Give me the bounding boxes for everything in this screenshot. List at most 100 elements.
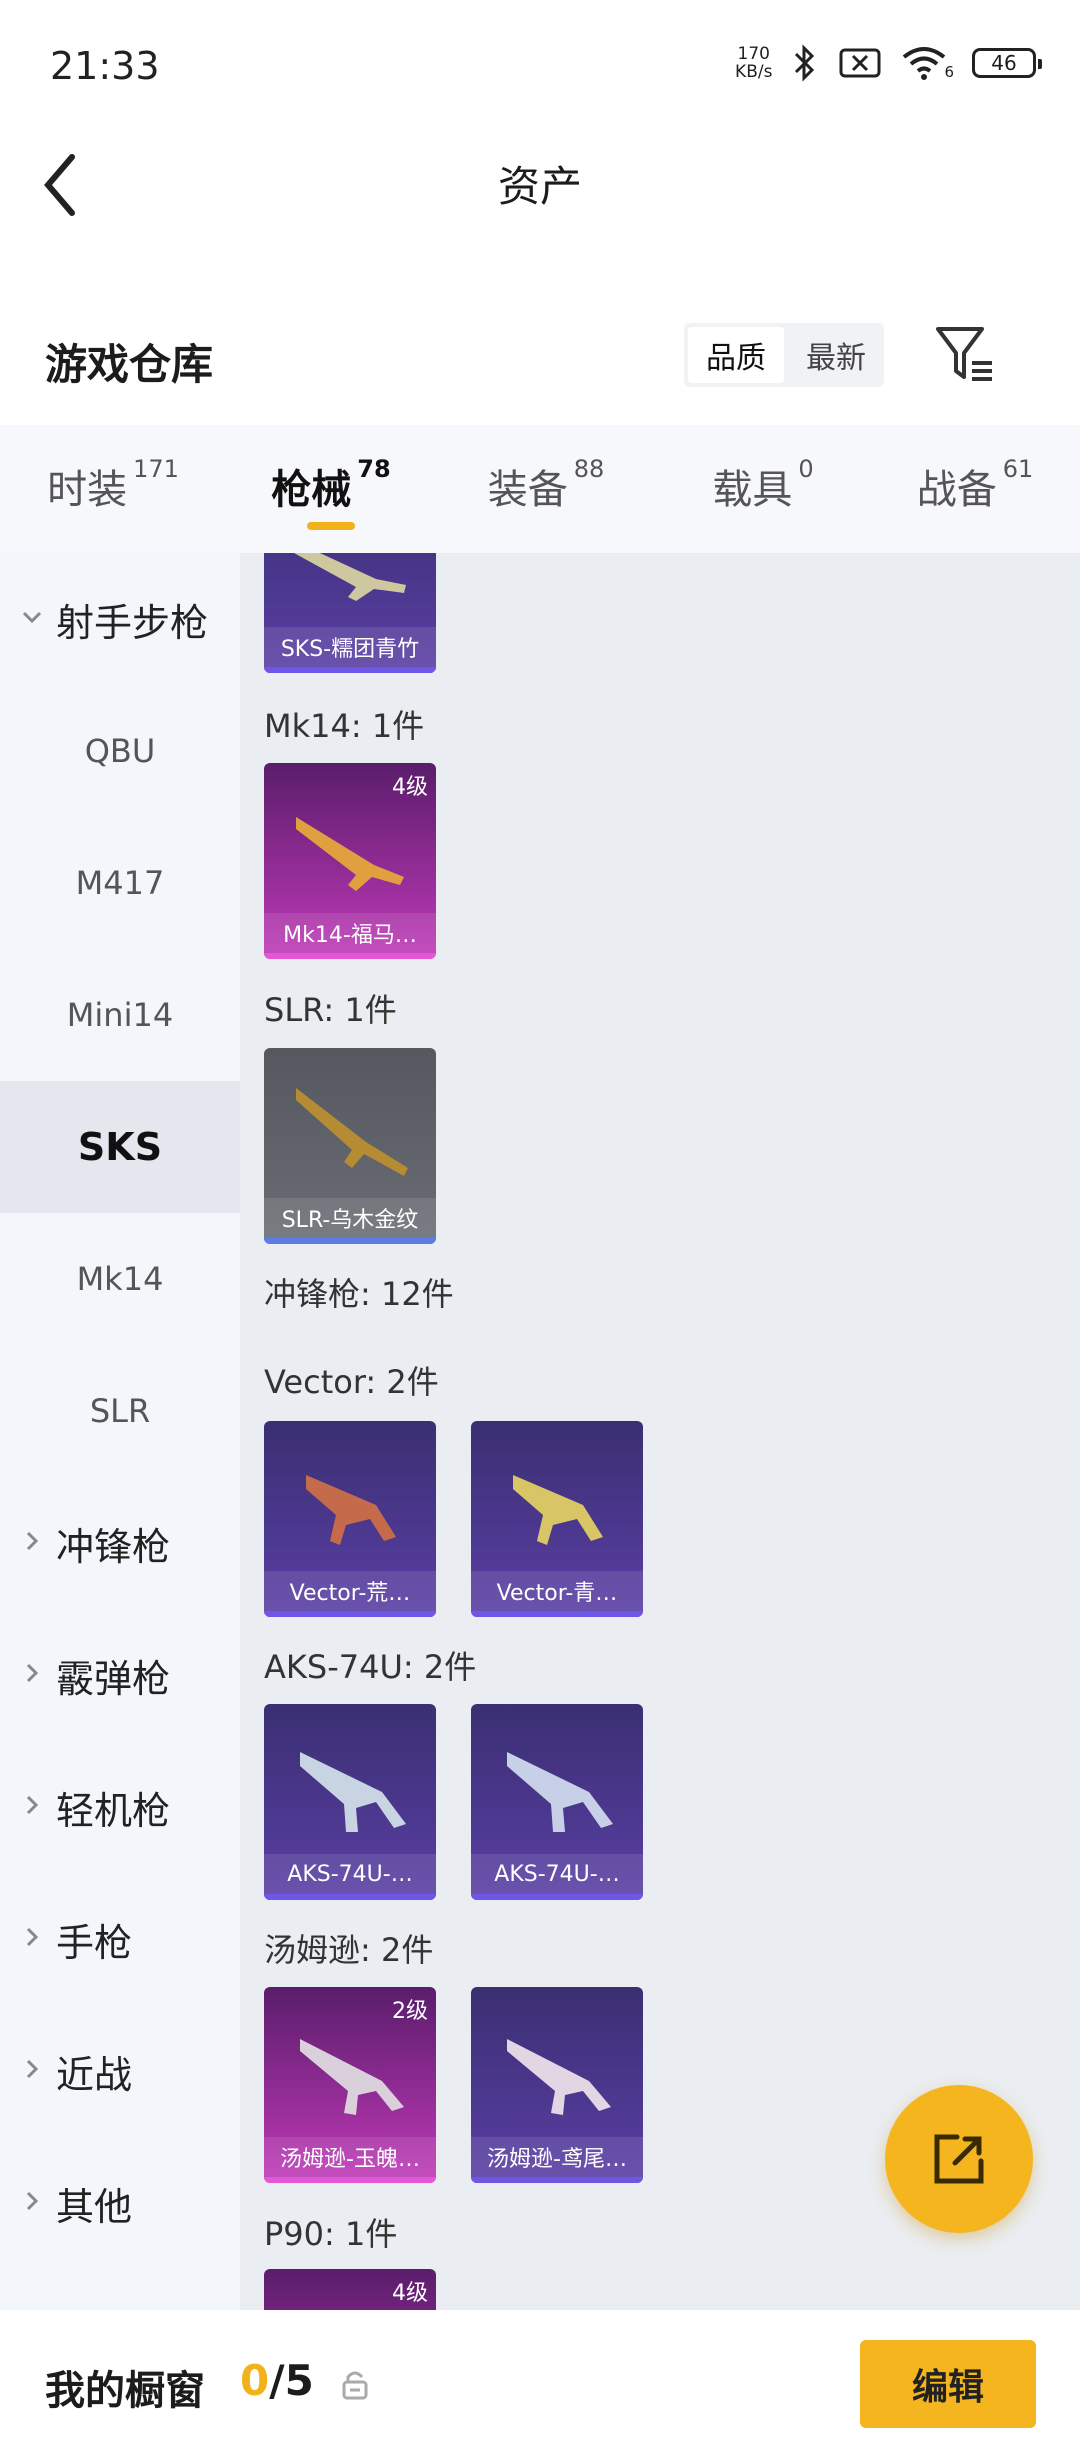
showcase-current: 0 <box>240 2356 270 2405</box>
tab-label: 时装 <box>47 467 128 513</box>
sidebar-group-lmg[interactable]: 轻机枪 <box>0 1741 240 1873</box>
item-name: AKS-74U-… <box>471 1854 643 1894</box>
section-header: P90: 1件 <box>264 2215 398 2253</box>
rarity-bar <box>471 1894 643 1900</box>
tab-label: 装备 <box>487 467 568 513</box>
share-icon <box>934 2134 984 2184</box>
item-card[interactable]: Vector-荒… <box>264 1421 436 1617</box>
section-header: 汤姆逊: 2件 <box>264 1931 434 1969</box>
edit-button[interactable]: 编辑 <box>860 2340 1036 2428</box>
item-name: 汤姆逊-玉魄… <box>264 2137 436 2177</box>
sidebar-group-label: 其他 <box>56 2184 133 2229</box>
section-header: SLR: 1件 <box>264 991 397 1029</box>
sidebar-group-label: 霰弹枪 <box>56 1656 171 1701</box>
rarity-bar <box>264 1894 436 1900</box>
rarity-bar <box>264 953 436 959</box>
item-card[interactable]: Vector-青… <box>471 1421 643 1617</box>
smg-icon <box>300 1752 406 1832</box>
tab-label: 战备 <box>916 467 997 513</box>
section-header: Mk14: 1件 <box>264 707 425 745</box>
rarity-bar <box>264 2177 436 2183</box>
sidebar-item-qbu[interactable]: QBU <box>0 685 240 817</box>
smg-icon <box>306 1475 396 1545</box>
sidebar-item-m417[interactable]: M417 <box>0 817 240 949</box>
section-header: Vector: 2件 <box>264 1363 439 1401</box>
status-icons: 170 KB/s 6 46 <box>735 44 1042 82</box>
tab-equipment[interactable]: 装备 88 <box>436 425 656 553</box>
tab-count: 0 <box>798 455 814 483</box>
smg-icon <box>300 2039 404 2115</box>
status-time: 21:33 <box>50 44 160 88</box>
category-tabs: 时装 171 枪械 78 装备 88 载具 0 战备 61 <box>0 425 1080 553</box>
chevron-right-icon <box>26 1663 39 1683</box>
tab-count: 78 <box>357 455 391 483</box>
filter-icon[interactable] <box>932 321 998 387</box>
net-speed-value: 170 <box>737 44 770 64</box>
sidebar-group-label: 射手步枪 <box>56 600 209 645</box>
battery-icon: 46 <box>972 48 1042 78</box>
sidebar-item-mini14[interactable]: Mini14 <box>0 949 240 1081</box>
sim-off-icon <box>839 48 881 78</box>
warehouse-bar: 游戏仓库 品质 最新 <box>0 295 1080 425</box>
smg-icon <box>507 2039 611 2115</box>
sidebar-group-label: 冲锋枪 <box>56 1524 171 1569</box>
sidebar-item-sks[interactable]: SKS <box>0 1081 240 1213</box>
item-list: SKS-糯团青竹 Mk14: 1件 4级 Mk14-福马… SLR: 1件 SL… <box>240 553 1080 2310</box>
tab-label: 枪械 <box>271 467 352 513</box>
sort-quality-button[interactable]: 品质 <box>688 327 784 383</box>
item-card[interactable]: AKS-74U-… <box>264 1704 436 1900</box>
chevron-right-icon <box>26 2059 39 2079</box>
item-card[interactable]: 4级 Mk14-福马… <box>264 763 436 959</box>
item-card[interactable]: 2级 汤姆逊-玉魄… <box>264 1987 436 2183</box>
rarity-bar <box>264 1238 436 1244</box>
share-fab-button[interactable] <box>885 2085 1033 2233</box>
section-header: AKS-74U: 2件 <box>264 1648 477 1686</box>
item-card[interactable]: AKS-74U-… <box>471 1704 643 1900</box>
sidebar-group-smg[interactable]: 冲锋枪 <box>0 1477 240 1609</box>
sidebar-group-shotgun[interactable]: 霰弹枪 <box>0 1609 240 1741</box>
sidebar-group-other[interactable]: 其他 <box>0 2137 240 2269</box>
page-title: 资产 <box>497 162 582 211</box>
tab-vehicles[interactable]: 载具 0 <box>656 425 870 553</box>
status-bar: 21:33 170 KB/s 6 46 <box>0 0 1080 135</box>
chevron-right-icon <box>26 1531 39 1551</box>
net-speed-unit: KB/s <box>735 62 773 82</box>
tab-count: 171 <box>133 455 179 483</box>
sidebar-item-slr[interactable]: SLR <box>0 1345 240 1477</box>
rifle-icon <box>296 817 404 891</box>
showcase-label: 我的橱窗 <box>45 2368 205 2414</box>
sort-newest-button[interactable]: 最新 <box>788 323 884 387</box>
smg-icon <box>507 1752 613 1832</box>
rarity-bar <box>264 1611 436 1617</box>
tab-weapons[interactable]: 枪械 78 <box>226 425 436 553</box>
tab-label: 载具 <box>712 467 793 513</box>
tab-fashion[interactable]: 时装 171 <box>0 425 226 553</box>
weapon-category-sidebar: 射手步枪 QBU M417 Mini14 SKS Mk14 SLR 冲锋枪 霰弹… <box>0 553 240 2310</box>
item-level: 4级 <box>392 2281 428 2306</box>
wifi-icon <box>903 47 946 80</box>
tab-active-indicator <box>307 522 355 530</box>
app-root: 21:33 170 KB/s 6 46 资产 游戏仓库 品质 最新 时装 171… <box>0 0 1080 2460</box>
item-card[interactable]: SKS-糯团青竹 <box>264 553 436 673</box>
sidebar-group-melee[interactable]: 近战 <box>0 2005 240 2137</box>
tab-supplies[interactable]: 战备 61 <box>870 425 1080 553</box>
sidebar-group-label: 手枪 <box>56 1920 133 1965</box>
item-name: Vector-荒… <box>264 1571 436 1611</box>
showcase-bar: 我的橱窗 0/5 编辑 <box>0 2310 1080 2460</box>
sidebar-item-mk14[interactable]: Mk14 <box>0 1213 240 1345</box>
rifle-icon <box>294 553 406 601</box>
section-header: 冲锋枪: 12件 <box>264 1275 454 1313</box>
item-card[interactable]: 汤姆逊-鸢尾… <box>471 1987 643 2183</box>
wifi-level: 6 <box>944 63 954 81</box>
rarity-bar <box>471 2177 643 2183</box>
item-card[interactable]: 4级 <box>264 2269 436 2310</box>
tab-count: 88 <box>573 455 605 483</box>
sidebar-group-marksman[interactable]: 射手步枪 <box>0 553 240 685</box>
sidebar-group-label: 近战 <box>56 2052 133 2097</box>
showcase-total: /5 <box>269 2356 314 2405</box>
item-card[interactable]: SLR-乌木金纹 <box>264 1048 436 1244</box>
sidebar-group-pistol[interactable]: 手枪 <box>0 1873 240 2005</box>
tab-count: 61 <box>1002 455 1034 483</box>
sort-toggle: 品质 最新 <box>684 323 884 387</box>
rarity-bar <box>471 1611 643 1617</box>
